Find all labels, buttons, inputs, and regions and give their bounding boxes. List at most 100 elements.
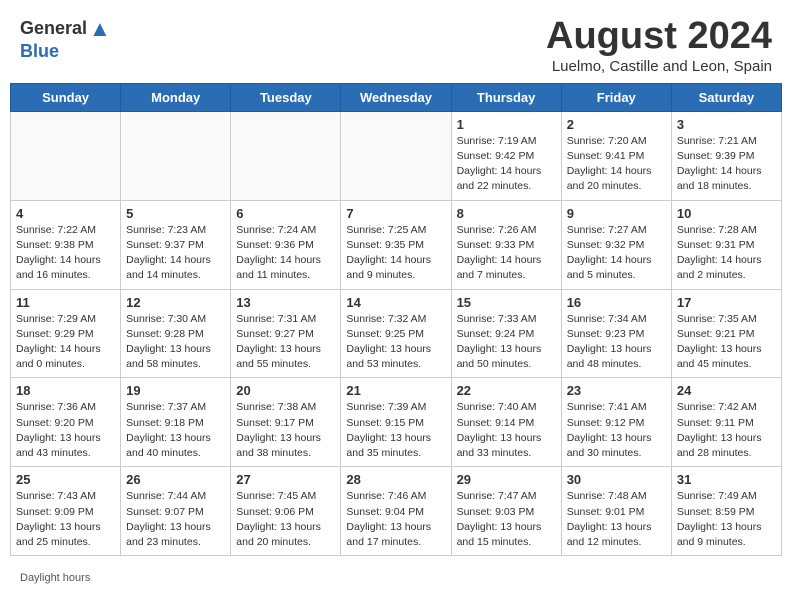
cell-info: Sunrise: 7:49 AMSunset: 8:59 PMDaylight:…: [677, 489, 776, 550]
day-number: 24: [677, 383, 776, 398]
day-number: 2: [567, 117, 666, 132]
calendar-cell: 10Sunrise: 7:28 AMSunset: 9:31 PMDayligh…: [671, 200, 781, 289]
calendar-week-4: 18 Sunrise: 7:36 AMSunset: 9:20 PMDayligh…: [11, 378, 782, 467]
calendar-cell: 11 Sunrise: 7:29 AMSunset: 9:29 PMDayligh…: [11, 289, 121, 378]
calendar-cell: [11, 111, 121, 200]
calendar-cell: [341, 111, 451, 200]
cell-info: Sunrise: 7:46 AMSunset: 9:04 PMDaylight:…: [346, 489, 445, 550]
cell-info: Sunrise: 7:32 AMSunset: 9:25 PMDaylight:…: [346, 312, 445, 373]
calendar-cell: 21Sunrise: 7:39 AMSunset: 9:15 PMDayligh…: [341, 378, 451, 467]
calendar-cell: 23 Sunrise: 7:41 AMSunset: 9:12 PMDayligh…: [561, 378, 671, 467]
day-header-monday: Monday: [121, 83, 231, 111]
cell-info: Sunrise: 7:42 AMSunset: 9:11 PMDaylight:…: [677, 400, 776, 461]
logo-bird-icon: ▲: [89, 16, 111, 42]
logo: General ▲ Blue: [20, 16, 111, 62]
day-number: 25: [16, 472, 115, 487]
cell-info: Sunrise: 7:27 AMSunset: 9:32 PMDaylight:…: [567, 223, 666, 284]
calendar-cell: 31 Sunrise: 7:49 AMSunset: 8:59 PMDayligh…: [671, 467, 781, 556]
cell-info: Sunrise: 7:36 AMSunset: 9:20 PMDaylight:…: [16, 400, 115, 461]
day-number: 5: [126, 206, 225, 221]
calendar-cell: 14 Sunrise: 7:32 AMSunset: 9:25 PMDayligh…: [341, 289, 451, 378]
calendar-cell: 27 Sunrise: 7:45 AMSunset: 9:06 PMDayligh…: [231, 467, 341, 556]
day-number: 3: [677, 117, 776, 132]
calendar-cell: 25 Sunrise: 7:43 AMSunset: 9:09 PMDayligh…: [11, 467, 121, 556]
calendar-cell: 2 Sunrise: 7:20 AMSunset: 9:41 PMDaylight…: [561, 111, 671, 200]
cell-info: Sunrise: 7:35 AMSunset: 9:21 PMDaylight:…: [677, 312, 776, 373]
calendar-week-5: 25 Sunrise: 7:43 AMSunset: 9:09 PMDayligh…: [11, 467, 782, 556]
main-title: August 2024: [546, 16, 772, 58]
cell-info: Sunrise: 7:30 AMSunset: 9:28 PMDaylight:…: [126, 312, 225, 373]
cell-info: Sunrise: 7:45 AMSunset: 9:06 PMDaylight:…: [236, 489, 335, 550]
calendar-cell: 22Sunrise: 7:40 AMSunset: 9:14 PMDayligh…: [451, 378, 561, 467]
calendar-cell: 8Sunrise: 7:26 AMSunset: 9:33 PMDaylight…: [451, 200, 561, 289]
subtitle: Luelmo, Castille and Leon, Spain: [546, 58, 772, 75]
calendar-cell: 9 Sunrise: 7:27 AMSunset: 9:32 PMDaylight…: [561, 200, 671, 289]
cell-info: Sunrise: 7:41 AMSunset: 9:12 PMDaylight:…: [567, 400, 666, 461]
calendar-container: SundayMondayTuesdayWednesdayThursdayFrid…: [0, 83, 792, 566]
calendar-cell: [231, 111, 341, 200]
day-number: 4: [16, 206, 115, 221]
cell-info: Sunrise: 7:48 AMSunset: 9:01 PMDaylight:…: [567, 489, 666, 550]
cell-info: Sunrise: 7:29 AMSunset: 9:29 PMDaylight:…: [16, 312, 115, 373]
calendar-cell: 5Sunrise: 7:23 AMSunset: 9:37 PMDaylight…: [121, 200, 231, 289]
calendar-cell: 30 Sunrise: 7:48 AMSunset: 9:01 PMDayligh…: [561, 467, 671, 556]
calendar-cell: 16Sunrise: 7:34 AMSunset: 9:23 PMDayligh…: [561, 289, 671, 378]
calendar-cell: 15Sunrise: 7:33 AMSunset: 9:24 PMDayligh…: [451, 289, 561, 378]
page-header: General ▲ Blue August 2024 Luelmo, Casti…: [0, 0, 792, 83]
title-block: August 2024 Luelmo, Castille and Leon, S…: [546, 16, 772, 75]
calendar-cell: 7Sunrise: 7:25 AMSunset: 9:35 PMDaylight…: [341, 200, 451, 289]
calendar-cell: 3 Sunrise: 7:21 AMSunset: 9:39 PMDaylight…: [671, 111, 781, 200]
calendar-cell: 13Sunrise: 7:31 AMSunset: 9:27 PMDayligh…: [231, 289, 341, 378]
day-number: 18: [16, 383, 115, 398]
cell-info: Sunrise: 7:31 AMSunset: 9:27 PMDaylight:…: [236, 312, 335, 373]
calendar-cell: 18 Sunrise: 7:36 AMSunset: 9:20 PMDayligh…: [11, 378, 121, 467]
day-number: 17: [677, 295, 776, 310]
day-number: 28: [346, 472, 445, 487]
day-number: 31: [677, 472, 776, 487]
day-number: 9: [567, 206, 666, 221]
calendar-cell: 29Sunrise: 7:47 AMSunset: 9:03 PMDayligh…: [451, 467, 561, 556]
day-number: 14: [346, 295, 445, 310]
calendar-week-1: 1 Sunrise: 7:19 AMSunset: 9:42 PMDaylight…: [11, 111, 782, 200]
cell-info: Sunrise: 7:19 AMSunset: 9:42 PMDaylight:…: [457, 134, 556, 195]
cell-info: Sunrise: 7:39 AMSunset: 9:15 PMDaylight:…: [346, 400, 445, 461]
calendar-cell: 1 Sunrise: 7:19 AMSunset: 9:42 PMDaylight…: [451, 111, 561, 200]
day-number: 23: [567, 383, 666, 398]
calendar-cell: 20Sunrise: 7:38 AMSunset: 9:17 PMDayligh…: [231, 378, 341, 467]
day-number: 11: [16, 295, 115, 310]
cell-info: Sunrise: 7:22 AMSunset: 9:38 PMDaylight:…: [16, 223, 115, 284]
cell-info: Sunrise: 7:21 AMSunset: 9:39 PMDaylight:…: [677, 134, 776, 195]
calendar-cell: 19 Sunrise: 7:37 AMSunset: 9:18 PMDayligh…: [121, 378, 231, 467]
cell-info: Sunrise: 7:37 AMSunset: 9:18 PMDaylight:…: [126, 400, 225, 461]
calendar-header-row: SundayMondayTuesdayWednesdayThursdayFrid…: [11, 83, 782, 111]
calendar-table: SundayMondayTuesdayWednesdayThursdayFrid…: [10, 83, 782, 556]
logo-general: General: [20, 19, 87, 39]
cell-info: Sunrise: 7:20 AMSunset: 9:41 PMDaylight:…: [567, 134, 666, 195]
calendar-cell: 12 Sunrise: 7:30 AMSunset: 9:28 PMDayligh…: [121, 289, 231, 378]
day-header-thursday: Thursday: [451, 83, 561, 111]
day-number: 27: [236, 472, 335, 487]
day-number: 22: [457, 383, 556, 398]
cell-info: Sunrise: 7:26 AMSunset: 9:33 PMDaylight:…: [457, 223, 556, 284]
day-number: 1: [457, 117, 556, 132]
cell-info: Sunrise: 7:38 AMSunset: 9:17 PMDaylight:…: [236, 400, 335, 461]
day-header-wednesday: Wednesday: [341, 83, 451, 111]
cell-info: Sunrise: 7:47 AMSunset: 9:03 PMDaylight:…: [457, 489, 556, 550]
cell-info: Sunrise: 7:33 AMSunset: 9:24 PMDaylight:…: [457, 312, 556, 373]
cell-info: Sunrise: 7:44 AMSunset: 9:07 PMDaylight:…: [126, 489, 225, 550]
cell-info: Sunrise: 7:34 AMSunset: 9:23 PMDaylight:…: [567, 312, 666, 373]
day-number: 10: [677, 206, 776, 221]
calendar-week-3: 11 Sunrise: 7:29 AMSunset: 9:29 PMDayligh…: [11, 289, 782, 378]
cell-info: Sunrise: 7:25 AMSunset: 9:35 PMDaylight:…: [346, 223, 445, 284]
cell-info: Sunrise: 7:43 AMSunset: 9:09 PMDaylight:…: [16, 489, 115, 550]
calendar-cell: 26Sunrise: 7:44 AMSunset: 9:07 PMDayligh…: [121, 467, 231, 556]
day-header-sunday: Sunday: [11, 83, 121, 111]
day-header-saturday: Saturday: [671, 83, 781, 111]
calendar-cell: 6Sunrise: 7:24 AMSunset: 9:36 PMDaylight…: [231, 200, 341, 289]
calendar-cell: 17 Sunrise: 7:35 AMSunset: 9:21 PMDayligh…: [671, 289, 781, 378]
day-number: 30: [567, 472, 666, 487]
day-header-friday: Friday: [561, 83, 671, 111]
day-number: 12: [126, 295, 225, 310]
calendar-week-2: 4 Sunrise: 7:22 AMSunset: 9:38 PMDaylight…: [11, 200, 782, 289]
day-number: 19: [126, 383, 225, 398]
